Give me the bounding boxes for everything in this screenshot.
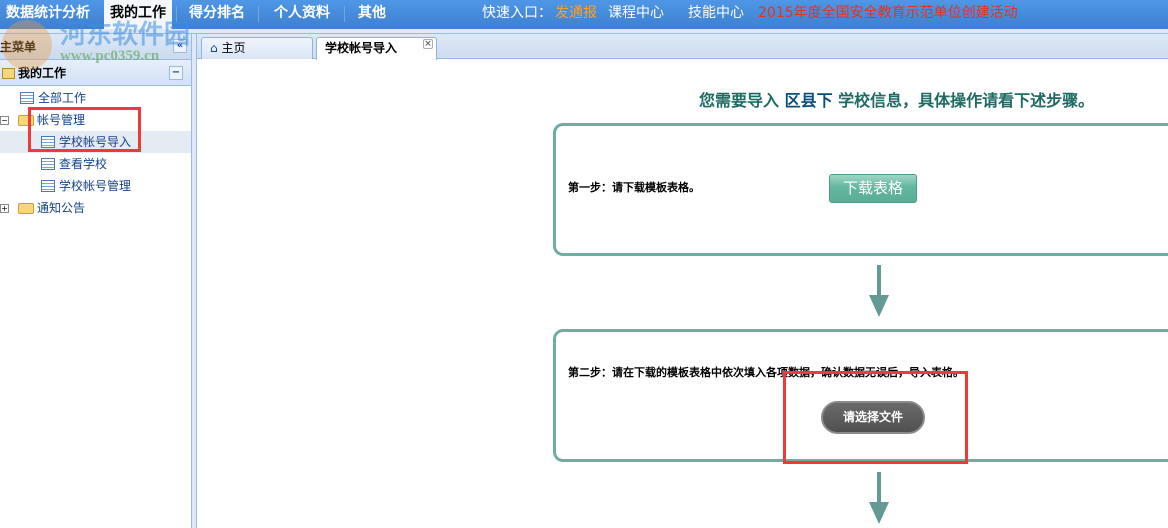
nav-my-work[interactable]: 我的工作: [104, 0, 172, 29]
tab-school-import[interactable]: 学校帐号导入 ×: [316, 37, 437, 60]
folder-icon: [18, 202, 34, 214]
download-template-button[interactable]: 下载表格: [829, 174, 917, 203]
tree-label: 通知公告: [37, 201, 86, 215]
page-headline: 您需要导入 区县下 学校信息，具体操作请看下述步骤。: [699, 87, 1094, 111]
tab-home[interactable]: ⌂ 主页: [201, 37, 313, 59]
nav-divider: [344, 6, 345, 22]
tab-label: 主页: [221, 41, 246, 55]
step-one-panel: 第一步：请下载模板表格。 下载表格: [553, 123, 1168, 256]
top-navigation: 数据统计分析 我的工作 得分排名 个人资料 其他 快速入口： 发通报 课程中心 …: [0, 0, 1168, 29]
document-icon: [20, 92, 34, 104]
tree-item-school-account-mgmt[interactable]: 学校帐号管理: [41, 175, 131, 197]
headline-text: 学校信息，具体操作请看下述步骤。: [832, 91, 1095, 110]
quick-link-notify[interactable]: 发通报: [555, 0, 597, 26]
folder-icon: [2, 68, 15, 79]
headline-emphasis: 区县下: [784, 91, 833, 110]
document-icon: [41, 180, 55, 192]
quick-link-course[interactable]: 课程中心: [608, 0, 664, 26]
home-icon: ⌂: [210, 41, 222, 55]
nav-ranking[interactable]: 得分排名: [183, 0, 251, 29]
sidebar-title: 主菜单: [0, 40, 37, 54]
collapse-node-icon[interactable]: −: [0, 116, 9, 125]
highlight-annotation: [28, 107, 141, 152]
section-label: 我的工作: [18, 66, 67, 80]
arrow-down-icon: [869, 265, 889, 317]
quick-link-skill[interactable]: 技能中心: [688, 0, 744, 26]
section-my-work[interactable]: 我的工作 −: [0, 60, 191, 86]
tree-item-all-work[interactable]: 全部工作: [20, 87, 86, 109]
tree-label: 学校帐号管理: [59, 179, 132, 193]
expand-node-icon[interactable]: +: [0, 204, 9, 213]
nav-divider: [258, 6, 259, 22]
tab-label: 学校帐号导入: [325, 41, 398, 55]
collapse-sidebar-icon[interactable]: «: [173, 39, 187, 53]
headline-text: 您需要导入: [699, 91, 785, 110]
tree-label: 全部工作: [38, 91, 87, 105]
step-one-text: 第一步：请下载模板表格。: [568, 181, 700, 194]
main-content: 您需要导入 区县下 学校信息，具体操作请看下述步骤。 第一步：请下载模板表格。 …: [197, 59, 1168, 528]
document-icon: [41, 158, 55, 170]
sidebar-header: 主菜单 «: [0, 34, 191, 60]
nav-other[interactable]: 其他: [352, 0, 392, 29]
tree-label: 查看学校: [59, 157, 108, 171]
collapse-section-icon[interactable]: −: [169, 66, 183, 80]
nav-profile[interactable]: 个人资料: [268, 0, 336, 29]
highlight-annotation: [783, 371, 968, 464]
quick-entry-label: 快速入口：: [482, 5, 552, 21]
tree-item-view-schools[interactable]: 查看学校: [41, 153, 107, 175]
tab-bar: ⌂ 主页 学校帐号导入 ×: [197, 34, 1168, 60]
tree-item-notices[interactable]: 通知公告: [18, 197, 85, 219]
close-tab-icon[interactable]: ×: [423, 39, 433, 49]
notice-link[interactable]: 2015年度全国安全教育示范单位创建活动: [758, 0, 1018, 26]
nav-data-stats[interactable]: 数据统计分析: [0, 0, 96, 29]
arrow-down-icon: [869, 472, 889, 524]
nav-divider: [176, 6, 177, 22]
